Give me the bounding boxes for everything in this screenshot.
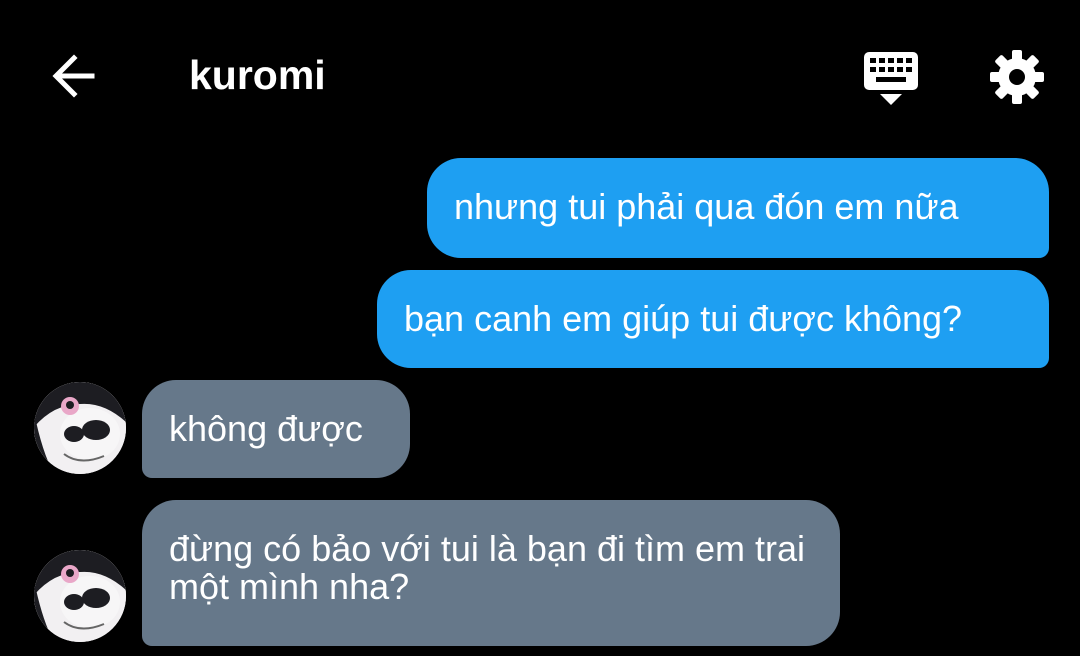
kuromi-avatar[interactable] bbox=[34, 550, 126, 642]
back-button[interactable] bbox=[48, 50, 100, 102]
chat-title: kuromi bbox=[189, 52, 326, 98]
keyboard-icon bbox=[864, 52, 918, 105]
received-message-bubble[interactable]: đừng có bảo với tui là bạn đi tìm em tra… bbox=[142, 500, 840, 646]
arrow-left-icon bbox=[52, 54, 95, 98]
sent-message-bubble[interactable]: nhưng tui phải qua đón em nữa bbox=[427, 158, 1049, 258]
sent-message-bubble[interactable]: bạn canh em giúp tui được không? bbox=[377, 270, 1049, 368]
kuromi-avatar[interactable] bbox=[34, 382, 126, 474]
chat-header: kuromi bbox=[0, 0, 1080, 150]
settings-button[interactable] bbox=[988, 48, 1046, 106]
keyboard-button[interactable] bbox=[862, 50, 920, 108]
kuromi-avatar-image bbox=[34, 550, 126, 642]
kuromi-avatar-image bbox=[34, 382, 126, 474]
gear-icon bbox=[990, 50, 1044, 104]
received-message-bubble[interactable]: không được bbox=[142, 380, 410, 478]
